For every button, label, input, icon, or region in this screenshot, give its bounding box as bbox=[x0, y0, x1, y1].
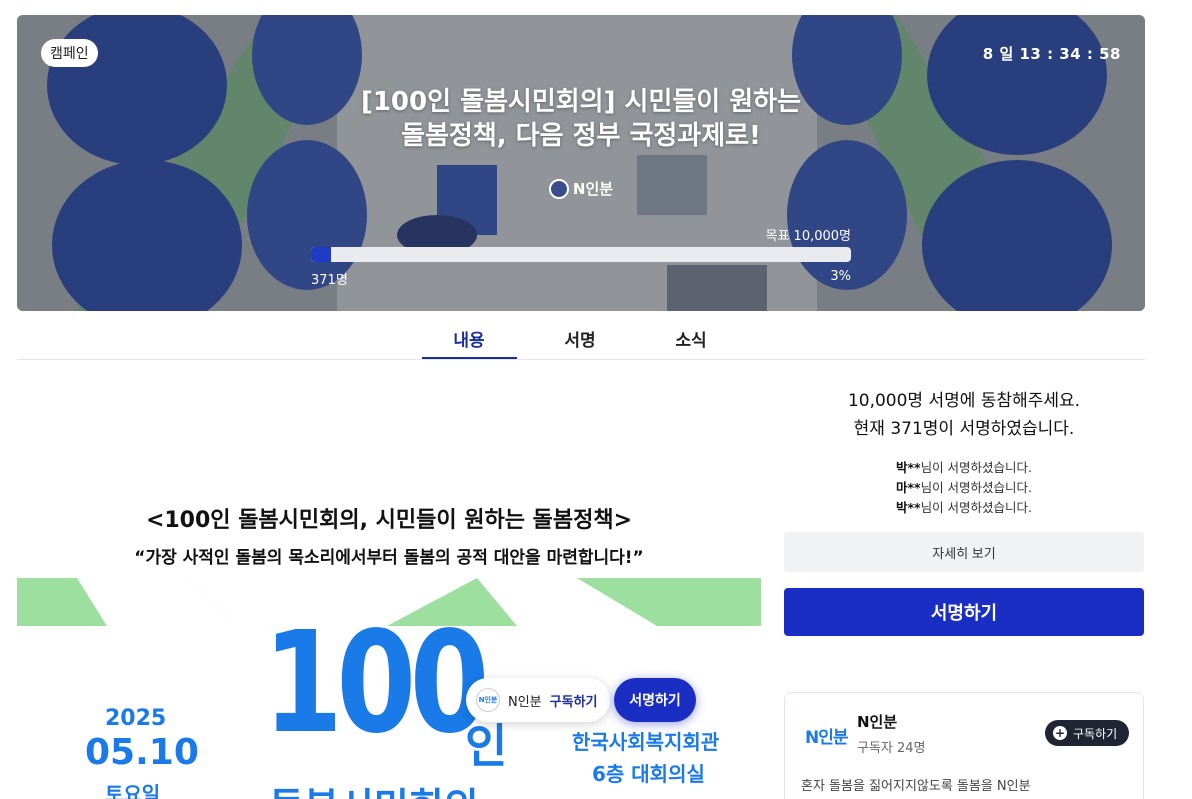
active-tab-indicator bbox=[422, 357, 517, 359]
poster-big-subtitle: 돌봄시민회의 bbox=[269, 776, 479, 799]
signer-item: 마**님이 서명하셨습니다. bbox=[784, 478, 1144, 498]
sign-invite-text: 10,000명 서명에 동참해주세요. bbox=[847, 391, 1081, 411]
campaign-title: [100인 돌봄시민회의] 시민들이 원하는 돌봄정책, 다음 정부 국정과제로… bbox=[17, 85, 1145, 153]
campaign-title-line1: [100인 돌봄시민회의] 시민들이 원하는 bbox=[360, 87, 802, 117]
floating-subscribe-button[interactable]: 구독하기 bbox=[550, 691, 598, 710]
content-quote: “가장 사적인 돌봄의 목소리에서부터 돌봄의 공적 대안을 마련합니다!” bbox=[134, 548, 644, 568]
signer-name: 마** bbox=[895, 480, 921, 495]
organizer-avatar-icon bbox=[548, 178, 569, 199]
signer-name: 박** bbox=[895, 460, 921, 475]
progress-bar-fill bbox=[311, 247, 332, 262]
campaign-hero: 캠페인 8 일 13 : 34 : 58 [100인 돌봄시민회의] 시민들이 … bbox=[17, 15, 1145, 311]
poster-year: 2025 bbox=[105, 706, 167, 731]
organizer-name: N인분 bbox=[572, 180, 614, 198]
tab-signatures[interactable]: 서명 bbox=[533, 326, 627, 351]
subscriber-count: 구독자 24명 bbox=[857, 741, 926, 756]
content-tabs: 내용 서명 소식 bbox=[17, 312, 1145, 360]
signer-suffix: 님이 서명하셨습니다. bbox=[920, 460, 1033, 475]
countdown-timer: 8 일 13 : 34 : 58 bbox=[982, 45, 1121, 63]
signer-item: 박**님이 서명하셨습니다. bbox=[784, 458, 1144, 478]
recent-signers-list: 박**님이 서명하셨습니다. 마**님이 서명하셨습니다. 박**님이 서명하셨… bbox=[784, 458, 1144, 518]
view-details-button[interactable]: 자세히 보기 bbox=[784, 532, 1144, 572]
organizer[interactable]: N인분 bbox=[17, 178, 1145, 199]
campaign-title-line2: 돌봄정책, 다음 정부 국정과제로! bbox=[401, 121, 761, 151]
poster-big-number: 100 bbox=[263, 602, 490, 765]
tab-content[interactable]: 내용 bbox=[422, 326, 516, 351]
goal-label: 목표 10,000명 bbox=[765, 229, 852, 244]
poster-venue-line2: 6층 대회의실 bbox=[592, 762, 705, 786]
progress-bar bbox=[311, 247, 851, 262]
content-heading: <100인 돌봄시민회의, 시민들이 원하는 돌봄정책> bbox=[145, 508, 633, 533]
organizer-description: 혼자 돌봄을 짊어지지않도록 돌봄을 N인분 bbox=[801, 779, 1031, 794]
sign-status-text: 현재 371명이 서명하였습니다. bbox=[853, 419, 1075, 439]
subscribe-button-label: 구독하기 bbox=[1073, 726, 1118, 741]
signer-name: 박** bbox=[895, 500, 921, 515]
subscribe-button[interactable]: + 구독하기 bbox=[1045, 720, 1130, 746]
hero-overlay bbox=[17, 15, 1145, 311]
floating-org-name: N인분 bbox=[508, 694, 542, 710]
poster-weekday: 토요일 bbox=[105, 782, 161, 799]
poster-date: 05.10 bbox=[85, 732, 199, 773]
poster-venue-line1: 한국사회복지회관 bbox=[572, 730, 720, 754]
progress-percent: 3% bbox=[830, 269, 851, 284]
floating-subscribe-pill[interactable]: N인분 N인분 구독하기 bbox=[466, 678, 610, 722]
organizer-card-name[interactable]: N인분 bbox=[857, 711, 897, 732]
organizer-logo: N인분 bbox=[805, 728, 849, 748]
organizer-card: N인분 N인분 구독자 24명 + 구독하기 혼자 돌봄을 짊어지지않도록 돌봄… bbox=[784, 692, 1144, 799]
signer-suffix: 님이 서명하셨습니다. bbox=[920, 500, 1033, 515]
plus-icon: + bbox=[1053, 726, 1067, 740]
tab-news[interactable]: 소식 bbox=[644, 326, 738, 351]
campaign-tag: 캠페인 bbox=[41, 39, 98, 67]
signer-item: 박**님이 서명하셨습니다. bbox=[784, 498, 1144, 518]
sign-button[interactable]: 서명하기 bbox=[784, 588, 1144, 636]
signer-suffix: 님이 서명하셨습니다. bbox=[920, 480, 1033, 495]
floating-sign-button[interactable]: 서명하기 bbox=[614, 678, 696, 722]
organizer-logo-icon: N인분 bbox=[476, 688, 500, 712]
